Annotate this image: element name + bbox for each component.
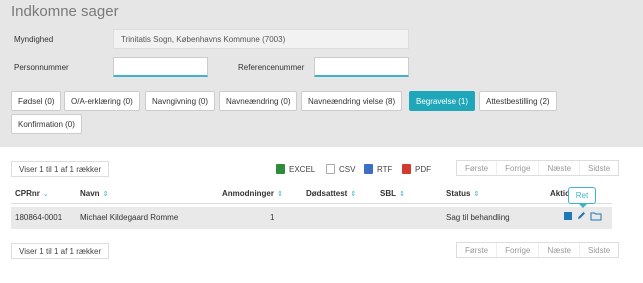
- col-navn-label: Navn: [80, 189, 100, 198]
- folder-icon[interactable]: [590, 211, 602, 223]
- pager-last[interactable]: Sidste: [580, 161, 618, 175]
- csv-icon: [326, 164, 335, 174]
- pager-next[interactable]: Næste: [539, 161, 581, 175]
- tab-konfirmation[interactable]: Konfirmation (0): [11, 114, 82, 134]
- pager-last[interactable]: Sidste: [580, 243, 618, 257]
- sort-icon: ⇕: [277, 191, 283, 198]
- myndighed-label: Myndighed: [14, 35, 54, 44]
- tab-oa-erklaering[interactable]: O/A-erklæring (0): [64, 91, 140, 111]
- col-doedsattest-label: Dødsattest: [306, 189, 348, 198]
- rtf-icon: [364, 164, 373, 174]
- myndighed-field: Trinitatis Sogn, Københavns Kommune (700…: [113, 29, 409, 49]
- pdf-icon: [402, 164, 411, 174]
- cell-navn: Michael Kildegaard Romme: [80, 213, 179, 222]
- cell-status: Sag til behandling: [446, 213, 510, 222]
- col-cprnr[interactable]: CPRnr ⌄: [15, 189, 49, 198]
- page-title: Indkomne sager: [11, 3, 119, 20]
- pager-prev[interactable]: Forrige: [497, 161, 540, 175]
- export-csv-label: CSV: [339, 164, 356, 174]
- col-cprnr-label: CPRnr: [15, 189, 40, 198]
- col-status[interactable]: Status ⇕: [446, 189, 479, 198]
- export-pdf-button[interactable]: PDF: [402, 164, 431, 174]
- sort-icon: ⇕: [399, 191, 405, 198]
- export-excel-label: EXCEL: [289, 164, 316, 174]
- col-status-label: Status: [446, 189, 471, 198]
- tab-begravelse[interactable]: Begravelse (1): [409, 91, 476, 111]
- col-sbl[interactable]: SBL ⇕: [380, 189, 405, 198]
- sort-desc-icon: ⌄: [42, 191, 49, 198]
- edit-tooltip: Ret: [568, 187, 596, 208]
- tab-foedsel[interactable]: Fødsel (0): [11, 91, 62, 111]
- tab-navneaendring-vielse[interactable]: Navneændring vielse (8): [301, 91, 403, 111]
- sort-icon: ⇕: [350, 191, 357, 198]
- select-square-icon[interactable]: [564, 212, 572, 220]
- row-count-info-bottom: Viser 1 til 1 af 1 rækker: [11, 243, 110, 259]
- col-doedsattest[interactable]: Dødsattest ⇕: [306, 189, 356, 198]
- export-csv-button[interactable]: CSV: [326, 164, 355, 174]
- col-anmodninger-label: Anmodninger: [222, 189, 274, 198]
- export-rtf-label: RTF: [377, 164, 393, 174]
- pager-bottom: Første Forrige Næste Sidste: [456, 242, 620, 258]
- export-pdf-label: PDF: [415, 164, 431, 174]
- pager-first[interactable]: Første: [457, 161, 498, 175]
- table-header: CPRnr ⌄ Navn ⇕ Anmodninger ⇕ Dødsattest ⇕ SB…: [11, 184, 612, 204]
- sort-icon: ⇕: [473, 191, 480, 198]
- col-aktion: Aktio: [550, 189, 570, 198]
- cell-cprnr: 180864-0001: [15, 213, 63, 222]
- excel-icon: [276, 164, 285, 174]
- personnummer-label: Personnummer: [14, 63, 69, 72]
- table-row[interactable]: 180864-0001 Michael Kildegaard Romme 1 S…: [11, 207, 612, 229]
- export-rtf-button[interactable]: RTF: [364, 164, 392, 174]
- pager-top: Første Forrige Næste Sidste: [456, 160, 620, 176]
- pager-first[interactable]: Første: [457, 243, 498, 257]
- col-sbl-label: SBL: [380, 189, 396, 198]
- tab-navneaendring[interactable]: Navneændring (0): [219, 91, 298, 111]
- referencenummer-label: Referencenummer: [238, 63, 305, 72]
- referencenummer-input[interactable]: [314, 57, 409, 77]
- edit-pencil-icon[interactable]: [576, 210, 587, 223]
- pager-prev[interactable]: Forrige: [497, 243, 540, 257]
- cell-anmodninger: 1: [270, 213, 275, 222]
- personnummer-input[interactable]: [113, 57, 208, 77]
- row-count-info: Viser 1 til 1 af 1 rækker: [11, 161, 110, 177]
- tab-navngivning[interactable]: Navngivning (0): [145, 91, 216, 111]
- sort-icon: ⇕: [102, 191, 109, 198]
- pager-next[interactable]: Næste: [539, 243, 581, 257]
- tab-attestbestilling[interactable]: Attestbestilling (2): [479, 91, 557, 111]
- export-excel-button[interactable]: EXCEL: [276, 164, 315, 174]
- col-navn[interactable]: Navn ⇕: [80, 189, 108, 198]
- col-anmodninger[interactable]: Anmodninger ⇕: [222, 189, 283, 198]
